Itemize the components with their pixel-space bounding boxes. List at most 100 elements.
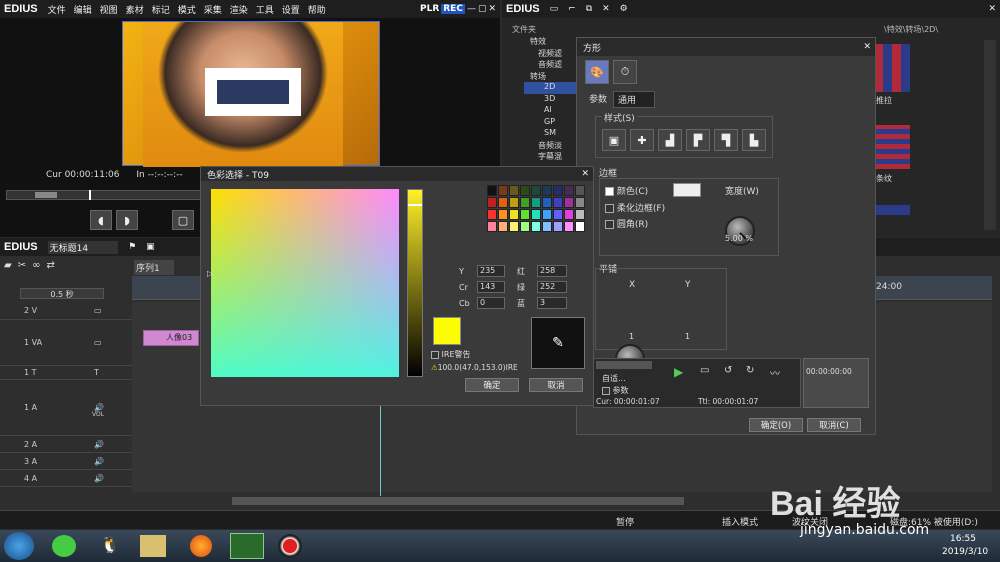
tree-item[interactable]: Al [524,105,584,117]
qq-icon[interactable]: 🐧 [100,535,120,554]
palette-swatch[interactable] [498,221,508,232]
tree-item[interactable]: GP [524,117,584,129]
sequence-icon[interactable]: ⚑ [128,242,136,252]
param-checkbox-box[interactable] [602,386,610,395]
palette-swatch[interactable] [487,209,497,220]
track-header[interactable]: 1 A 🔊 VOL [0,380,132,436]
track-type-icon[interactable]: 🔊 [94,440,104,449]
edius-icon[interactable] [230,533,264,559]
sequence-tab[interactable]: 序列1 [134,260,174,275]
explorer-icon[interactable] [140,535,166,557]
palette-swatch[interactable] [564,185,574,196]
set-out-icon[interactable]: ◗ [116,210,138,230]
timeline-hscroll[interactable] [232,497,684,505]
color-cancel-button[interactable]: 取消 [529,378,583,392]
param-checkbox[interactable]: 参数 [602,385,629,396]
shape-scrub[interactable] [596,361,652,369]
tree-item[interactable]: 字幕混 [524,151,584,163]
style-square-icon[interactable]: ▣ [602,129,626,151]
redo-icon[interactable]: ↻ [746,365,754,376]
cb-input[interactable]: 0 [477,297,505,309]
ire-checkbox-box[interactable] [431,350,439,359]
style-corner-tl-icon[interactable]: ▛ [686,129,710,151]
palette-swatch[interactable] [531,197,541,208]
clock-time[interactable]: 16:55 [950,534,976,544]
track-header[interactable]: 1 T T [0,366,132,380]
app-icon-1[interactable] [52,535,76,557]
menu-item-3[interactable]: 素材 [126,3,144,16]
palette-swatch[interactable] [553,209,563,220]
palette-swatch[interactable] [553,197,563,208]
close-icon[interactable]: ✕ [863,42,871,52]
menu-item-10[interactable]: 帮助 [308,3,326,16]
menu-item-5[interactable]: 模式 [178,3,196,16]
stopwatch-icon[interactable]: ⏱ [613,60,637,84]
track-header[interactable]: 3 A 🔊 [0,453,132,470]
palette-swatch[interactable] [498,185,508,196]
palette-swatch[interactable] [487,197,497,208]
menu-item-2[interactable]: 视图 [100,3,118,16]
tree-item[interactable]: 音频滤 [524,59,584,71]
zoom-control[interactable]: 0.5 秒 [20,288,104,299]
menu-item-8[interactable]: 工具 [256,3,274,16]
luminance-slider[interactable] [407,189,423,377]
palette-swatch[interactable] [542,221,552,232]
palette-swatch[interactable] [542,197,552,208]
menu-item-6[interactable]: 采集 [204,3,222,16]
track-header[interactable]: 2 A 🔊 [0,436,132,453]
effect-thumb-1[interactable] [874,44,910,92]
status-insert[interactable]: 插入模式 [722,515,758,528]
tree-item[interactable]: 视频滤 [524,48,584,60]
palette-swatch[interactable] [509,197,519,208]
color-ok-button[interactable]: 确定 [465,378,519,392]
tree-item[interactable]: 2D [524,82,584,94]
palette-swatch[interactable] [553,185,563,196]
shape-mini-timeline[interactable]: 00:00:00:00 [803,358,869,408]
track-type-icon[interactable]: ▭ [94,338,102,347]
palette-swatch[interactable] [564,197,574,208]
close-icon[interactable]: ✕ [488,4,496,14]
track-type-icon[interactable]: T [94,368,99,377]
delete-icon[interactable]: ✕ [602,4,610,14]
style-corner-tr-icon[interactable]: ▜ [714,129,738,151]
graph-icon[interactable]: 〰 [770,365,780,380]
minimize-icon[interactable]: — [467,4,476,14]
palette-swatch[interactable] [509,185,519,196]
eyedropper-button[interactable]: ✎ [531,317,585,369]
palette-swatch[interactable] [575,185,585,196]
track-mode-icon[interactable]: ▰ [4,260,12,271]
scrubber-handle[interactable] [35,192,57,198]
palette-swatch[interactable] [520,185,530,196]
tree-item[interactable]: SM [524,128,584,140]
settings-icon[interactable]: ⚙ [620,4,628,14]
palette-swatch[interactable] [564,221,574,232]
close-icon[interactable]: ✕ [581,169,589,179]
track-type-icon[interactable]: 🔊 [94,474,104,483]
luminance-handle[interactable] [408,204,422,206]
stop-icon[interactable]: ▢ [172,210,194,230]
tree-item[interactable]: 音频淡 [524,140,584,152]
record-icon[interactable] [278,534,302,558]
tree-item[interactable]: 3D [524,94,584,106]
monitor-icon[interactable]: ▭ [700,365,709,376]
ire-checkbox[interactable]: IRE警告 [431,349,471,360]
palette-swatch[interactable] [520,197,530,208]
sync-icon[interactable]: ⇄ [46,260,54,271]
palette-swatch[interactable] [542,185,552,196]
color-field[interactable]: ▷ [207,189,399,377]
cut-icon[interactable]: ✂ [18,260,26,271]
menu-item-9[interactable]: 设置 [282,3,300,16]
play-icon[interactable]: ▶ [674,365,683,379]
close-icon[interactable]: ✕ [988,4,996,14]
up-icon[interactable]: ⌐ [568,4,576,14]
palette-swatch[interactable] [575,209,585,220]
palette-swatch[interactable] [498,209,508,220]
palette-swatch[interactable] [487,221,497,232]
clock-date[interactable]: 2019/3/10 [942,547,988,557]
palette-icon[interactable]: 🎨 [585,60,609,84]
blue-input[interactable]: 3 [537,297,567,309]
auto-label[interactable]: 自适... [602,373,626,384]
soft-border-checkbox[interactable]: 柔化边框(F) [605,201,665,214]
effect-thumb-2[interactable] [874,125,910,169]
menu-item-1[interactable]: 编辑 [74,3,92,16]
